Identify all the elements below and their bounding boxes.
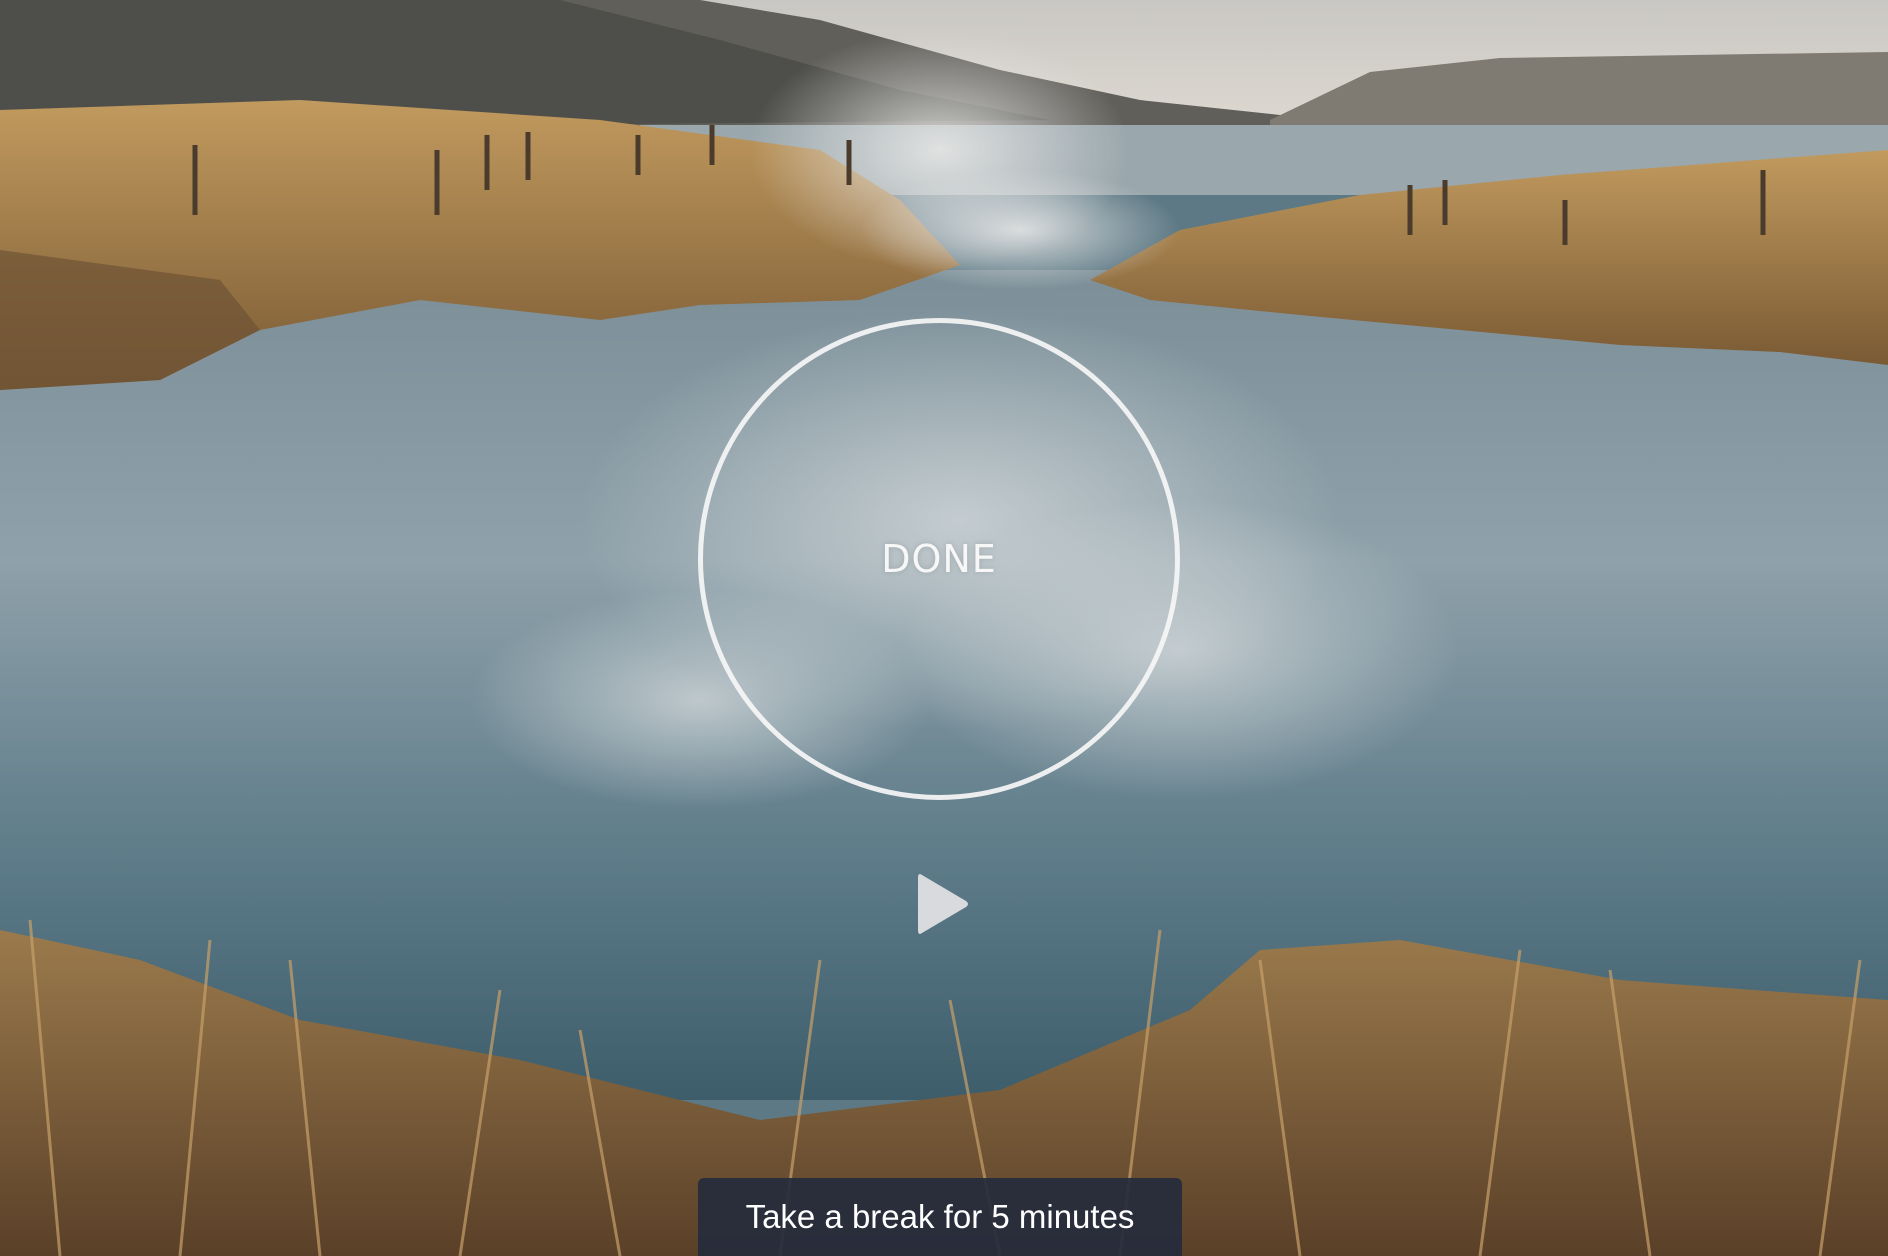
- break-message-text: Take a break for 5 minutes: [745, 1198, 1135, 1235]
- play-icon: [918, 874, 968, 934]
- play-button[interactable]: [908, 866, 978, 942]
- timer-status-label: DONE: [881, 537, 997, 581]
- break-message-bar: Take a break for 5 minutes: [698, 1178, 1182, 1256]
- break-timer-screen: DONE Take a break for 5 minutes: [0, 0, 1888, 1256]
- timer-ring[interactable]: DONE: [698, 318, 1180, 800]
